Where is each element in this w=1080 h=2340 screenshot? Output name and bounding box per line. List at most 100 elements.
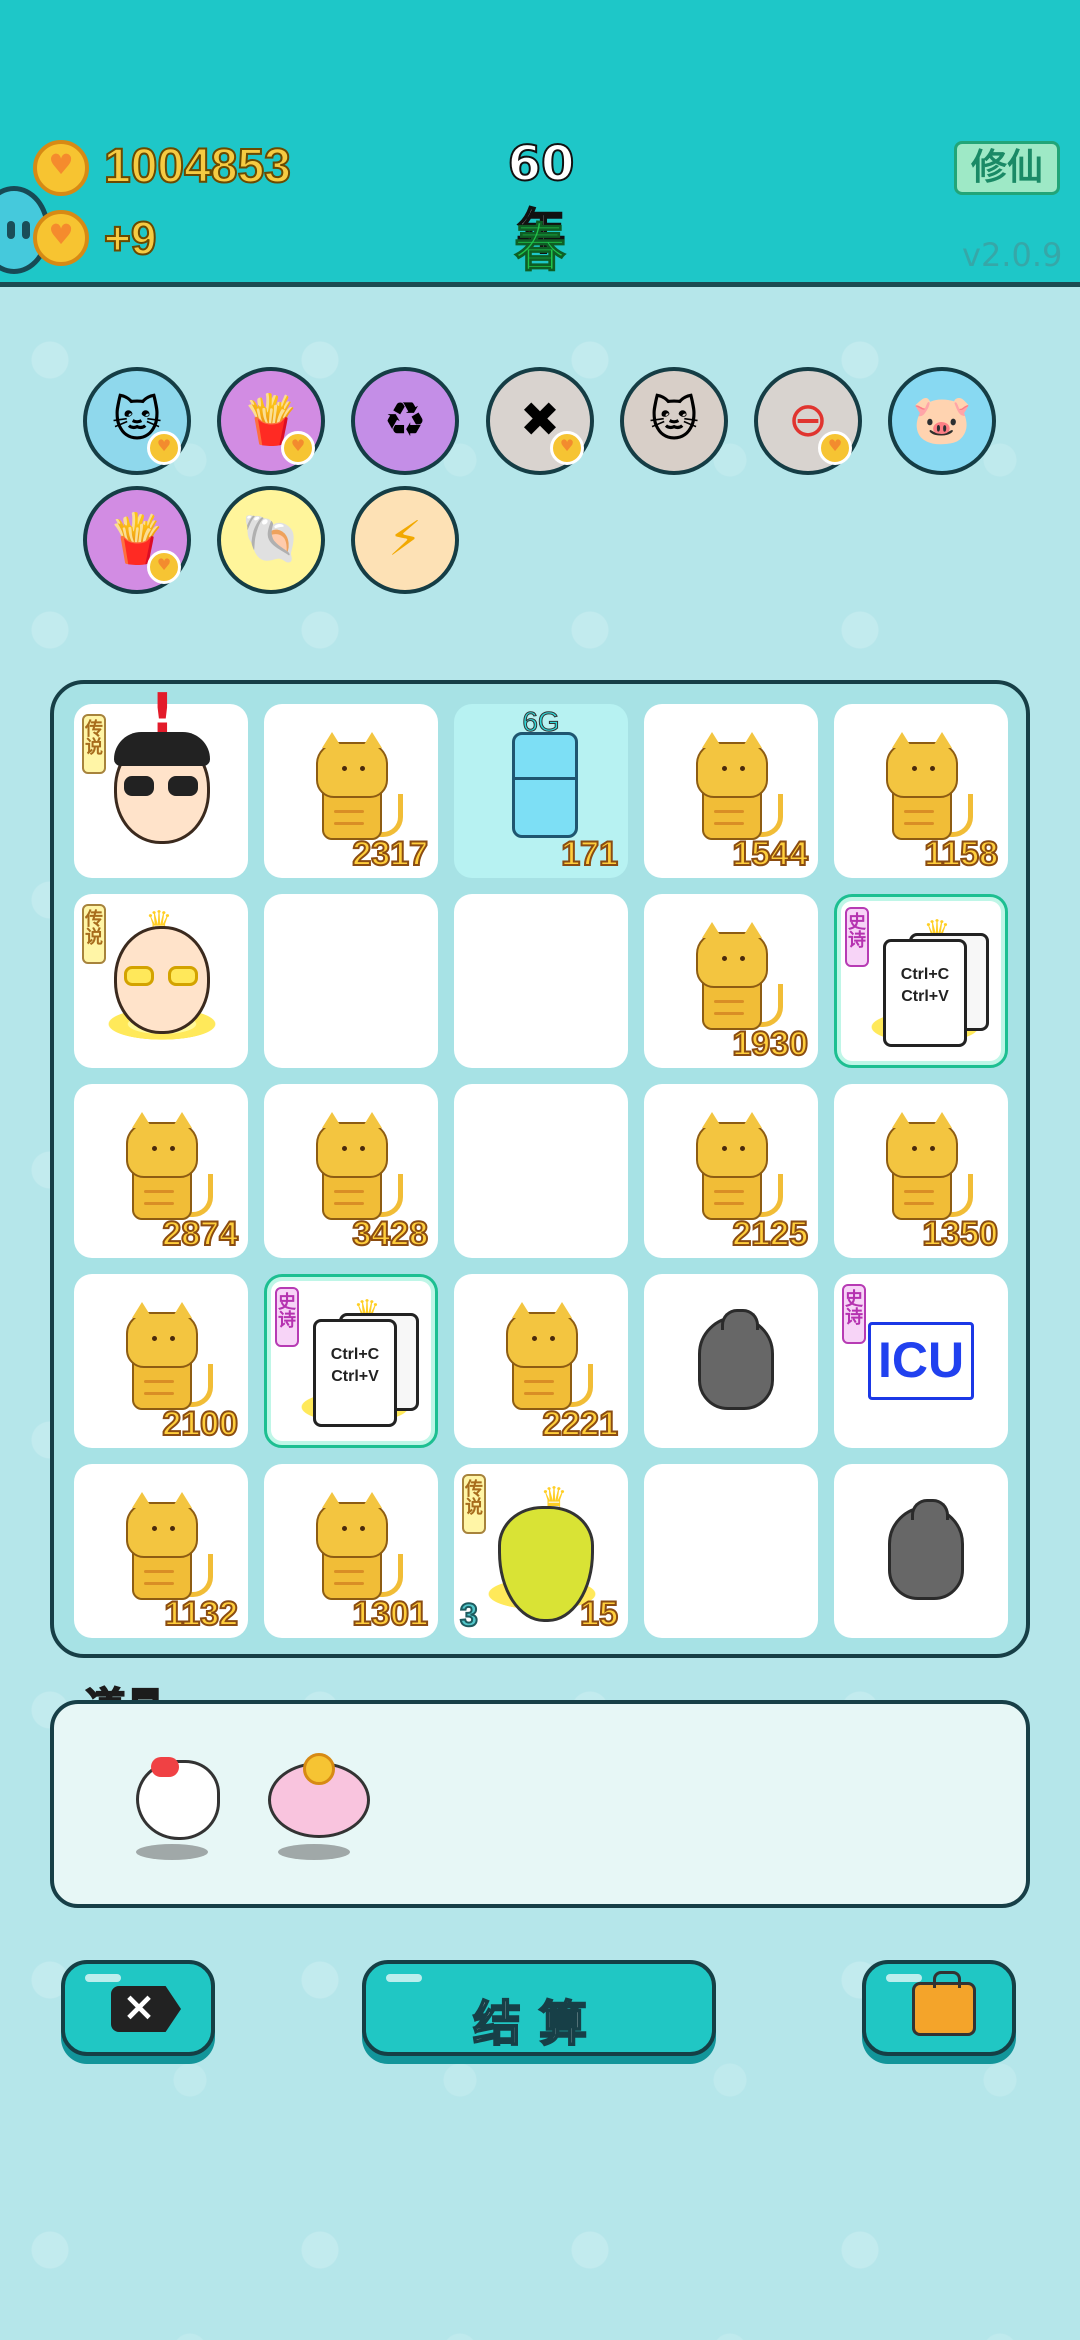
- coin-icon: [33, 140, 89, 196]
- piggy-bank-icon: [268, 1753, 370, 1838]
- cat-icon: [686, 1112, 783, 1224]
- cell-left-value: 3: [459, 1596, 479, 1634]
- epic-tag: 史诗: [845, 907, 869, 967]
- season-label: 春: [513, 219, 566, 280]
- grid-cell[interactable]: 传说 !: [74, 682, 248, 878]
- cell-value: 1301: [351, 1594, 429, 1634]
- cat-icon: [686, 922, 783, 1034]
- legend-tag: 传说: [82, 714, 106, 774]
- heart-badge-icon: ♥: [818, 431, 852, 465]
- grid-cell[interactable]: 1158: [834, 704, 1008, 878]
- cell-value: 171: [560, 834, 619, 874]
- epic-tag: 史诗: [275, 1287, 299, 1347]
- settle-button[interactable]: 结算: [362, 1960, 716, 2056]
- grid-cell-empty[interactable]: [644, 1464, 818, 1638]
- sunglasses-icon: [124, 776, 200, 800]
- yellow-glasses-icon: [124, 966, 200, 990]
- icu-sign-icon: ICU: [868, 1322, 974, 1400]
- grid-cell-empty[interactable]: [264, 894, 438, 1068]
- grid-cell[interactable]: 3428: [264, 1084, 438, 1258]
- dove-icon: [136, 1757, 220, 1840]
- grid-cell[interactable]: 史诗 ICU: [834, 1274, 1008, 1448]
- settle-label: 结算: [472, 1995, 605, 2053]
- cell-value: 1544: [731, 834, 809, 874]
- version-label: v2.0.9: [962, 236, 1063, 274]
- cat-icon: [116, 1302, 213, 1414]
- cat-icon: [306, 1112, 403, 1224]
- cell-value: 2100: [161, 1404, 239, 1444]
- piggy-bank-icon[interactable]: 🐷: [888, 367, 996, 475]
- cell-value: 1350: [921, 1214, 999, 1254]
- grid-cell[interactable]: 传说 ♛: [74, 894, 248, 1068]
- item-shadow: [136, 1844, 208, 1860]
- grid-cell[interactable]: 传说 ♛ 3 15: [454, 1464, 628, 1638]
- item-shadow: [278, 1844, 350, 1860]
- items-panel: [50, 1700, 1030, 1908]
- game-board: 传说 ! 2317 6G 171 1544 1158 传说 ♛ 1930 史诗: [50, 680, 1030, 1658]
- cat-icon: [116, 1112, 213, 1224]
- cell-value: 1930: [731, 1024, 809, 1064]
- cell-value: 15: [579, 1594, 619, 1634]
- hair-icon: [114, 732, 210, 766]
- cat-icon: [116, 1492, 213, 1604]
- briefcase-icon: [912, 1971, 976, 2036]
- cat-icon: [306, 732, 403, 844]
- heart-badge-icon: ♥: [281, 431, 315, 465]
- fridge-icon: [512, 732, 578, 838]
- piggy-bank-item[interactable]: [260, 1744, 370, 1860]
- ctrl-copy-paste-card: Ctrl+C Ctrl+V: [313, 1319, 397, 1427]
- grid-cell[interactable]: 史诗 ♛ Ctrl+C Ctrl+V: [834, 894, 1008, 1068]
- grid-cell[interactable]: 1930: [644, 894, 818, 1068]
- bag-button[interactable]: [862, 1960, 1016, 2056]
- delete-tag-icon[interactable]: ✖ ♥: [486, 367, 594, 475]
- grid-cell[interactable]: 2125: [644, 1084, 818, 1258]
- heart-badge-icon: ♥: [147, 431, 181, 465]
- grid-cell-empty[interactable]: [454, 894, 628, 1068]
- delete-button[interactable]: [61, 1960, 215, 2056]
- heart-badge-icon: ♥: [147, 550, 181, 584]
- epic-tag: 史诗: [842, 1284, 866, 1344]
- grid-cell[interactable]: 2317: [264, 704, 438, 878]
- coin-rate: +9: [103, 211, 157, 265]
- fries-icon[interactable]: 🍟 ♥: [83, 486, 191, 594]
- grid-cell[interactable]: 1301: [264, 1464, 438, 1638]
- fries-icon[interactable]: 🍟 ♥: [217, 367, 325, 475]
- grid-cell[interactable]: 1350: [834, 1084, 1008, 1258]
- minus-circle-icon[interactable]: ⊖ ♥: [754, 367, 862, 475]
- mode-button[interactable]: 修仙: [954, 141, 1060, 195]
- cell-value: 2874: [161, 1214, 239, 1254]
- cell-value: 1158: [923, 834, 999, 874]
- cat-icon: [306, 1492, 403, 1604]
- delete-tag-icon: [111, 1986, 181, 2032]
- heart-badge-icon: ♥: [550, 431, 584, 465]
- shell-icon[interactable]: 🐚: [217, 486, 325, 594]
- cat-icon: [876, 732, 973, 844]
- grid-cell[interactable]: 2221: [454, 1274, 628, 1448]
- grid-cell[interactable]: 史诗 ♛ Ctrl+C Ctrl+V: [264, 1274, 438, 1448]
- lightning-icon[interactable]: ⚡: [351, 486, 459, 594]
- coin-rate-icon: [33, 210, 89, 266]
- cell-value: 2317: [351, 834, 429, 874]
- grid-cell-empty[interactable]: [454, 1084, 628, 1258]
- cat-icon: [496, 1302, 593, 1414]
- grid-cell[interactable]: [644, 1274, 818, 1448]
- grid-cell[interactable]: 1544: [644, 704, 818, 878]
- cat-sunglasses-icon[interactable]: 🐱 ♥: [83, 367, 191, 475]
- recycle-icon[interactable]: ♻: [351, 367, 459, 475]
- cell-value: 2125: [731, 1214, 809, 1254]
- trash-bag-icon: [888, 1499, 964, 1600]
- grid-cell[interactable]: [834, 1464, 1008, 1638]
- cell-value: 2221: [541, 1404, 619, 1444]
- grid-cell[interactable]: 2100: [74, 1274, 248, 1448]
- coins-value: 1004853: [103, 139, 292, 194]
- grid-cell[interactable]: 1132: [74, 1464, 248, 1638]
- dove-item[interactable]: [118, 1744, 228, 1860]
- cat-icon: [876, 1112, 973, 1224]
- grid-cell[interactable]: 2874: [74, 1084, 248, 1258]
- cell-value: 1132: [163, 1594, 239, 1634]
- ctrl-copy-paste-card: Ctrl+C Ctrl+V: [883, 939, 967, 1047]
- grid-cell[interactable]: 6G 171: [454, 704, 628, 878]
- legend-tag: 传说: [82, 904, 106, 964]
- twin-cats-icon[interactable]: 🐱: [620, 367, 728, 475]
- cat-icon: [686, 732, 783, 844]
